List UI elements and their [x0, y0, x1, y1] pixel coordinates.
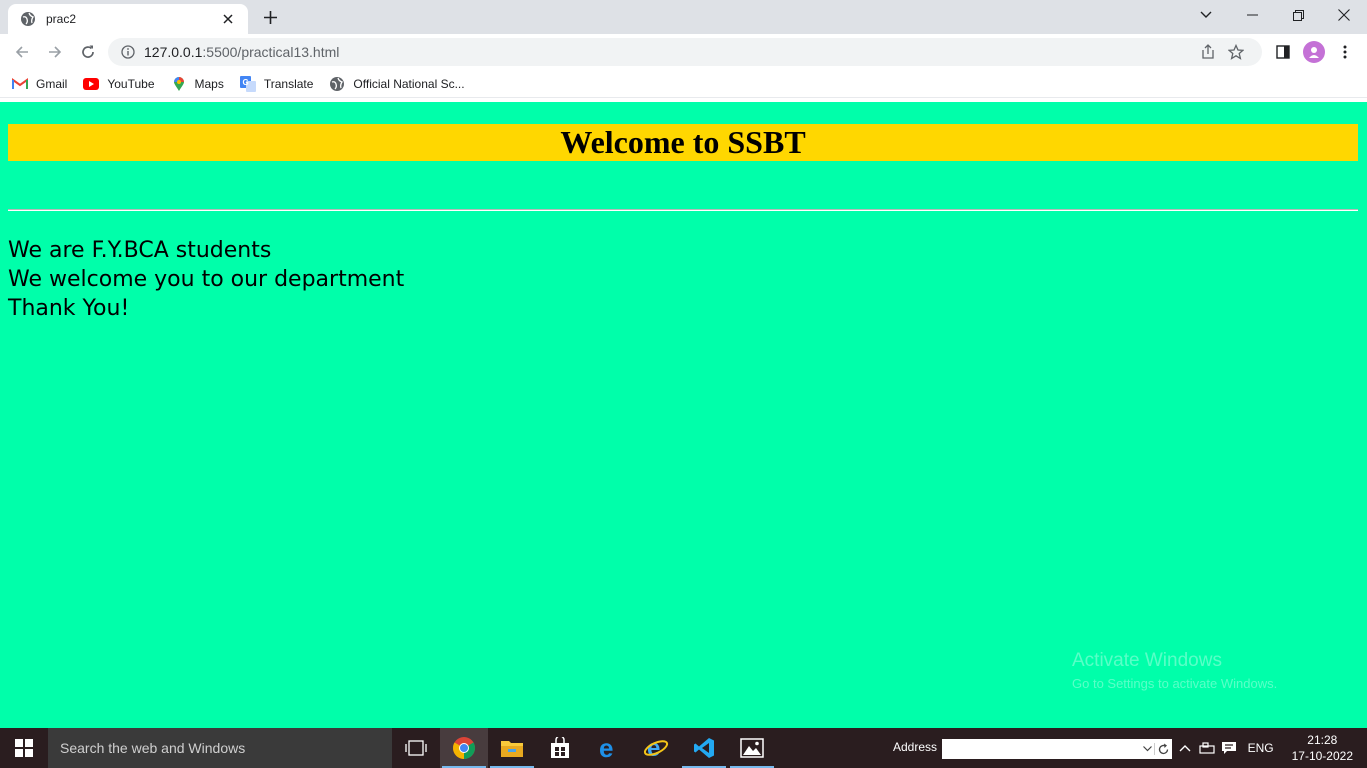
bookmark-label: Translate: [263, 76, 314, 91]
svg-text:e: e: [647, 736, 660, 760]
vscode-icon[interactable]: [680, 728, 728, 768]
clock-date: 17-10-2022: [1291, 749, 1353, 763]
text-line: Thank You!: [8, 296, 130, 321]
bookmark-translate[interactable]: G Translate: [239, 75, 314, 92]
globe-icon: [329, 76, 345, 92]
close-tab-icon[interactable]: [218, 9, 238, 29]
address-go-icon[interactable]: [1154, 743, 1172, 755]
close-window-icon[interactable]: [1321, 0, 1367, 30]
toolbar-right: [1269, 38, 1359, 66]
browser-tab[interactable]: prac2: [8, 4, 248, 34]
text-line: We are F.Y.BCA students: [8, 238, 272, 263]
maps-icon: [171, 76, 187, 92]
page-viewport: Welcome to SSBT We are F.Y.BCA students …: [0, 102, 1367, 728]
bookmark-label: YouTube: [107, 76, 155, 91]
language-indicator[interactable]: ENG: [1240, 741, 1282, 755]
restore-icon[interactable]: [1275, 0, 1321, 30]
browser-toolbar: 127.0.0.1:5500/practical13.html: [0, 34, 1367, 70]
internet-explorer-icon[interactable]: e: [632, 728, 680, 768]
share-icon[interactable]: [1194, 38, 1222, 66]
url-host: 127.0.0.1: [144, 44, 203, 60]
edge-icon[interactable]: e: [584, 728, 632, 768]
forward-icon[interactable]: [39, 36, 71, 68]
chrome-taskbar-icon[interactable]: [440, 728, 488, 768]
network-icon[interactable]: [1196, 728, 1218, 768]
bookmark-gmail[interactable]: Gmail: [12, 76, 67, 92]
svg-text:e: e: [599, 737, 613, 759]
clock-time: 21:28: [1307, 733, 1338, 747]
taskbar-search-placeholder: Search the web and Windows: [60, 740, 246, 756]
info-icon[interactable]: [120, 38, 136, 66]
bookmark-label: Official National Sc...: [353, 76, 465, 91]
bookmark-star-icon[interactable]: [1222, 38, 1250, 66]
file-explorer-icon[interactable]: [488, 728, 536, 768]
youtube-icon: [83, 76, 100, 92]
windows-taskbar: Search the web and Windows e e Address E…: [0, 728, 1367, 768]
window-controls: [1183, 0, 1367, 30]
side-panel-icon[interactable]: [1269, 38, 1297, 66]
bookmark-label: Maps: [194, 76, 224, 91]
minimize-icon[interactable]: [1229, 0, 1275, 30]
bookmark-official-national[interactable]: Official National Sc...: [329, 76, 465, 92]
taskbar-search[interactable]: Search the web and Windows: [48, 728, 392, 768]
url-text: 127.0.0.1:5500/practical13.html: [144, 44, 1194, 60]
bookmarks-bar: Gmail YouTube Maps G Translate Official …: [0, 70, 1367, 98]
horizontal-rule: [8, 209, 1358, 211]
system-tray: ENG 21:28 17-10-2022: [1174, 728, 1367, 768]
address-toolbar-label: Address: [893, 740, 938, 754]
address-bar[interactable]: 127.0.0.1:5500/practical13.html: [108, 38, 1262, 66]
page-heading: Welcome to SSBT: [560, 124, 806, 160]
reload-icon[interactable]: [72, 36, 104, 68]
clock[interactable]: 21:28 17-10-2022: [1282, 732, 1367, 764]
address-toolbar-input[interactable]: [942, 739, 1172, 759]
menu-kebab-icon[interactable]: [1331, 38, 1359, 66]
welcome-text: We are F.Y.BCA students We welcome you t…: [8, 236, 404, 323]
new-tab-button[interactable]: [258, 6, 282, 28]
windows-logo-icon: [15, 739, 33, 757]
watermark-subtitle: Go to Settings to activate Windows.: [1072, 676, 1278, 691]
address-dropdown-icon[interactable]: [1140, 746, 1154, 752]
watermark-title: Activate Windows: [1072, 650, 1222, 671]
tab-strip: prac2: [0, 0, 1367, 34]
bookmark-label: Gmail: [36, 76, 68, 91]
bookmark-youtube[interactable]: YouTube: [83, 76, 155, 92]
url-path: :5500/practical13.html: [202, 44, 340, 60]
tab-search-chevron-icon[interactable]: [1183, 0, 1229, 30]
start-button[interactable]: [0, 728, 48, 768]
gmail-icon: [12, 76, 28, 92]
activate-windows-watermark: Activate Windows Go to Settings to activ…: [1072, 650, 1277, 691]
tab-title: prac2: [46, 12, 77, 26]
translate-icon: G: [239, 75, 256, 92]
notifications-icon[interactable]: [1218, 728, 1240, 768]
heading-banner: Welcome to SSBT: [8, 124, 1358, 161]
globe-icon: [20, 11, 36, 27]
profile-avatar[interactable]: [1303, 41, 1325, 63]
photos-icon[interactable]: [728, 728, 776, 768]
text-line: We welcome you to our department: [8, 267, 405, 292]
show-hidden-icons-chevron-icon[interactable]: [1174, 728, 1196, 768]
bookmark-maps[interactable]: Maps: [171, 76, 224, 92]
task-view-icon[interactable]: [392, 728, 440, 768]
back-icon[interactable]: [6, 36, 38, 68]
store-icon[interactable]: [536, 728, 584, 768]
svg-text:G: G: [242, 78, 248, 87]
